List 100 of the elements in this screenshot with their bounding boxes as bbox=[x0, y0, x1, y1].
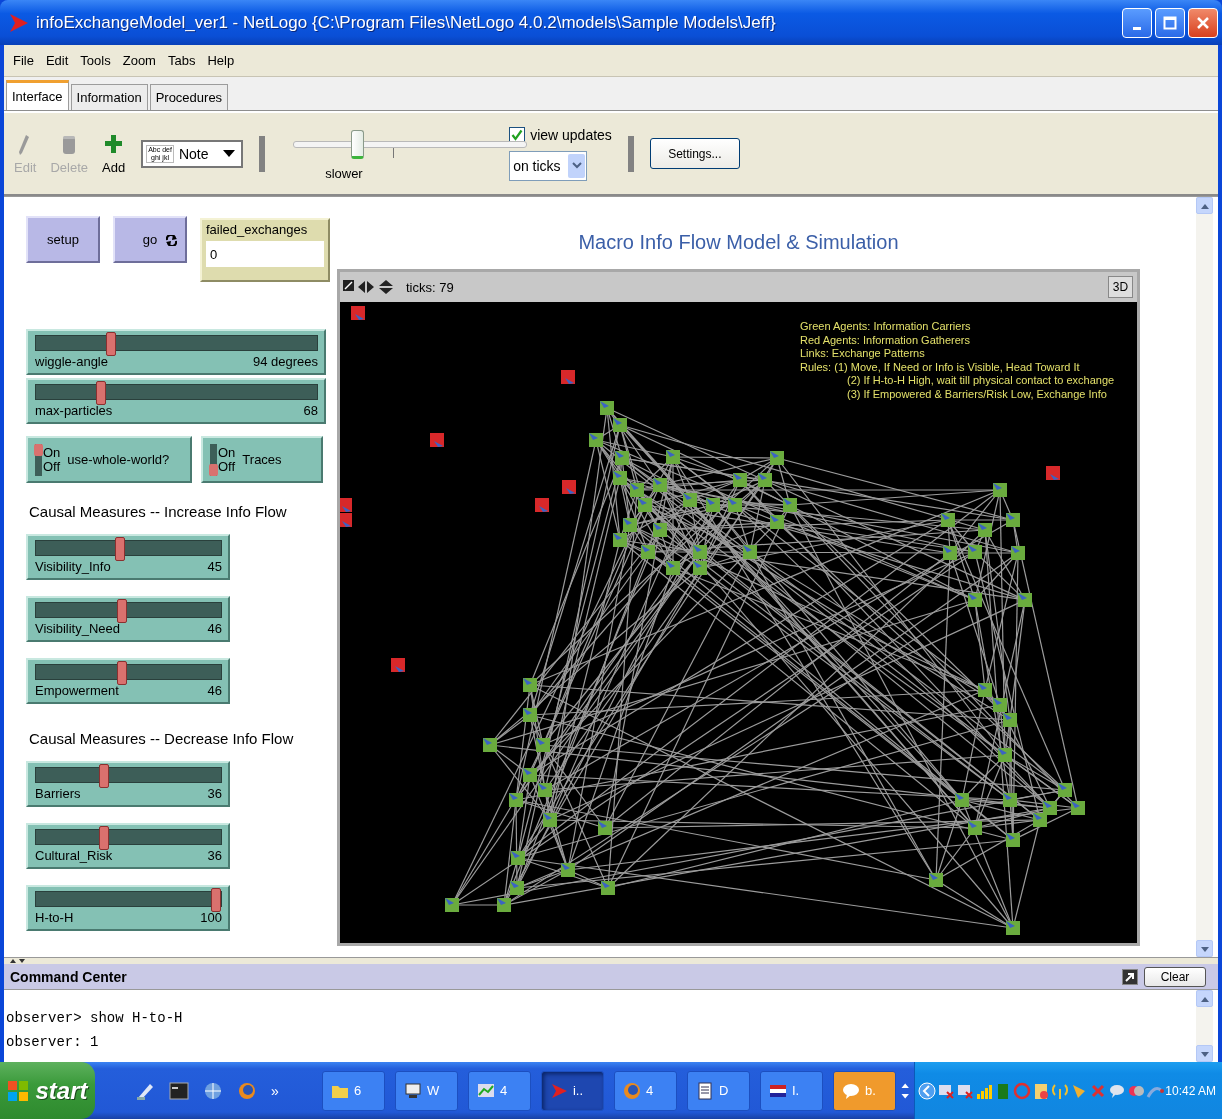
slider-label: max-particles bbox=[35, 403, 113, 419]
off-label: Off bbox=[218, 459, 236, 474]
model-button[interactable]: go bbox=[113, 216, 187, 263]
menu-item[interactable]: Help bbox=[202, 51, 240, 70]
slider-thumb[interactable] bbox=[116, 661, 127, 685]
start-button[interactable]: start bbox=[0, 1062, 95, 1119]
taskbar-button[interactable]: 4 bbox=[467, 1070, 531, 1111]
scroll-up-button[interactable] bbox=[1196, 197, 1213, 214]
minimize-icon bbox=[1133, 27, 1141, 30]
window-title: infoExchangeModel_ver1 - NetLogo {C:\Program Files\NetLogo 4.0.2\models\Sample Models\Jeff} bbox=[36, 12, 777, 33]
speed-slider[interactable] bbox=[293, 129, 528, 160]
slider-thumb[interactable] bbox=[106, 332, 117, 356]
slider[interactable]: Visibility_Info 45 bbox=[26, 534, 230, 580]
view-control-icon[interactable] bbox=[342, 279, 394, 295]
slider[interactable]: Visibility_Need 46 bbox=[26, 596, 230, 642]
expand-tray-icon[interactable] bbox=[918, 1081, 937, 1100]
taskbar-button[interactable]: 6 bbox=[321, 1070, 385, 1111]
legend-text: Green Agents: Information Carriers bbox=[800, 320, 972, 334]
clear-button[interactable]: Clear bbox=[1144, 966, 1206, 987]
model-button[interactable]: setup bbox=[26, 216, 100, 263]
menu-item[interactable]: Zoom bbox=[117, 51, 161, 70]
view-updates-checkbox[interactable] bbox=[509, 126, 526, 143]
slider-value: 46 bbox=[207, 683, 222, 699]
app-arrow-icon bbox=[8, 11, 30, 34]
speed-slider-thumb[interactable] bbox=[350, 129, 364, 159]
view-updates-label: view updates bbox=[530, 126, 612, 143]
tab[interactable]: Procedures bbox=[149, 84, 229, 110]
slider[interactable]: H-to-H 100 bbox=[26, 885, 230, 931]
windows-flag-icon bbox=[7, 1079, 30, 1102]
slider-value: 45 bbox=[207, 559, 222, 575]
switch-thumb[interactable] bbox=[34, 443, 43, 456]
slider-value: 36 bbox=[207, 848, 222, 864]
menu-item[interactable]: Edit bbox=[40, 51, 74, 70]
document-icon bbox=[695, 1081, 714, 1100]
update-mode-dropdown[interactable]: on ticks bbox=[509, 150, 588, 181]
slider[interactable]: wiggle-angle 94 degrees bbox=[26, 329, 326, 375]
taskbar-button[interactable]: 4 bbox=[613, 1070, 677, 1111]
close-button[interactable] bbox=[1188, 7, 1218, 38]
settings-button[interactable]: Settings... bbox=[649, 138, 740, 169]
3d-button[interactable]: 3D bbox=[1108, 276, 1133, 298]
taskbar-button[interactable]: D bbox=[686, 1070, 750, 1111]
menu-item[interactable]: File bbox=[8, 51, 39, 70]
on-label: On bbox=[218, 445, 236, 460]
taskbar-button[interactable]: i.. bbox=[540, 1070, 604, 1111]
speech-bubble-icon bbox=[841, 1081, 860, 1100]
scroll-down-button[interactable] bbox=[1196, 940, 1213, 957]
taskbar-button[interactable]: I. bbox=[759, 1070, 823, 1111]
legend-text: (2) If H-to-H High, wait till physical contact to exchange bbox=[846, 374, 1115, 388]
switch-thumb[interactable] bbox=[209, 463, 218, 476]
slider-value: 100 bbox=[200, 910, 222, 926]
slider[interactable]: max-particles 68 bbox=[26, 378, 326, 424]
slider-thumb[interactable] bbox=[211, 888, 221, 912]
slider-label: wiggle-angle bbox=[35, 354, 108, 370]
legend-text: Red Agents: Information Gatherers bbox=[800, 333, 971, 347]
output-line: observer: 1 bbox=[6, 1033, 100, 1052]
legend-text: (3) If Empowered & Barriers/Risk Low, Exchange Info bbox=[846, 387, 1108, 401]
taskbar-button[interactable]: W bbox=[394, 1070, 458, 1111]
command-center-title: Command Center bbox=[10, 968, 128, 985]
legend-text: Links: Exchange Patterns bbox=[800, 347, 926, 361]
chart-icon bbox=[476, 1081, 495, 1100]
slider-thumb[interactable] bbox=[99, 764, 109, 788]
slider-thumb[interactable] bbox=[116, 599, 127, 623]
toolbar-separator bbox=[259, 135, 266, 172]
speed-label: slower bbox=[325, 165, 363, 181]
toolbar-button[interactable]: Add bbox=[102, 132, 126, 175]
tab[interactable]: Information bbox=[70, 84, 148, 110]
slider-value: 94 degrees bbox=[252, 354, 318, 370]
slider-thumb[interactable] bbox=[99, 826, 109, 850]
monitor-value: 0 bbox=[206, 241, 324, 267]
menu-item[interactable]: Tabs bbox=[162, 51, 201, 70]
slider-thumb[interactable] bbox=[95, 381, 106, 405]
slider-value: 68 bbox=[303, 403, 318, 419]
scroll-down-button[interactable] bbox=[1196, 1045, 1213, 1062]
slider-label: Cultural_Risk bbox=[35, 848, 113, 864]
scroll-up-button[interactable] bbox=[1196, 990, 1213, 1007]
menu-item[interactable]: Tools bbox=[75, 51, 116, 70]
splitter-arrows-icon[interactable] bbox=[10, 958, 26, 964]
tick-counter: ticks: 79 bbox=[406, 279, 455, 295]
slider[interactable]: Cultural_Risk 36 bbox=[26, 823, 230, 869]
more-chevron[interactable]: » bbox=[270, 1082, 279, 1099]
close-icon bbox=[1196, 15, 1210, 30]
popout-button[interactable] bbox=[1122, 968, 1138, 985]
notepad-icon[interactable] bbox=[1032, 1081, 1051, 1100]
slider[interactable]: Empowerment 46 bbox=[26, 658, 230, 704]
clock: 10:42 AM bbox=[1165, 1083, 1217, 1098]
tab[interactable]: Interface bbox=[6, 80, 69, 110]
antenna-icon[interactable] bbox=[1051, 1081, 1070, 1100]
globe-icon[interactable] bbox=[202, 1080, 223, 1101]
slider-label: Visibility_Need bbox=[35, 621, 121, 637]
switch-label: Traces bbox=[242, 452, 282, 467]
slider-thumb[interactable] bbox=[114, 537, 125, 561]
minimize-button[interactable] bbox=[1122, 7, 1152, 38]
note-text: Causal Measures -- Increase Info Flow bbox=[28, 503, 287, 520]
fox-globe-icon[interactable] bbox=[236, 1080, 257, 1101]
monitor-label: failed_exchanges bbox=[206, 222, 309, 237]
model-title: Macro Info Flow Model & Simulation bbox=[577, 230, 900, 255]
maximize-icon bbox=[1163, 15, 1177, 30]
maximize-button[interactable] bbox=[1155, 7, 1185, 38]
console-icon[interactable] bbox=[168, 1081, 189, 1100]
slider[interactable]: Barriers 36 bbox=[26, 761, 230, 807]
